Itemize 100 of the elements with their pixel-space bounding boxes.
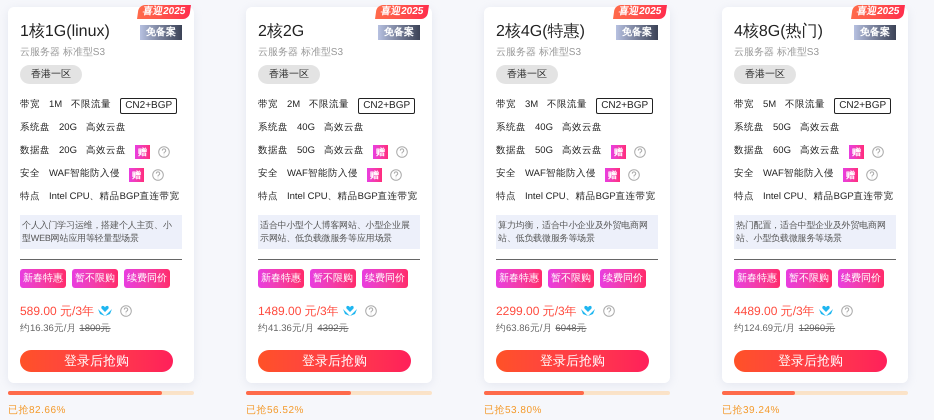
plan-subtitle: 云服务器 标准型S3: [258, 46, 344, 60]
spec-value: 高效云盘: [562, 144, 602, 158]
network-tag: CN2+BGP: [120, 98, 178, 114]
spec-value: WAF智能防入侵: [49, 167, 120, 182]
spec-label: 系统盘: [20, 121, 50, 136]
hands-heart-icon: [818, 304, 834, 318]
spec-value: 50G: [297, 144, 315, 158]
plan-subtitle: 云服务器 标准型S3: [20, 46, 106, 60]
promo-tag: 新春特惠: [20, 268, 66, 288]
spec-value: 高效云盘: [324, 121, 364, 136]
spec-value: 20G: [59, 144, 77, 158]
spec-value: WAF智能防入侵: [763, 167, 834, 182]
original-price: 1800元: [79, 322, 111, 336]
plan-description: 算力均衡，适合中小企业及外贸电商网站、低负载微服务等场景: [496, 215, 658, 249]
help-icon[interactable]: [364, 304, 377, 317]
help-icon[interactable]: [120, 304, 132, 317]
original-price: 12960元: [798, 322, 836, 336]
promo-tag: 新春特惠: [734, 268, 780, 288]
plan-price: 4489.00 元/3年: [734, 302, 815, 320]
help-icon[interactable]: [396, 146, 408, 158]
spec-value: Intel CPU、精品BGP直连带宽: [763, 190, 894, 204]
spec-label: 带宽: [734, 98, 754, 112]
sold-percentage: 已抢53.80%: [484, 404, 543, 418]
no-filing-badge: 免备案: [140, 24, 182, 40]
spec-label: 系统盘: [734, 121, 764, 136]
promo-ribbon: 喜迎2025: [612, 5, 667, 19]
gift-tag: 赠: [604, 168, 620, 182]
spec-label: 带宽: [258, 98, 278, 112]
region-pill[interactable]: 香港一区: [20, 65, 82, 84]
plan-price: 1489.00 元/3年: [258, 302, 339, 320]
spec-value: 高效云盘: [562, 121, 602, 136]
promo-ribbon: 喜迎2025: [374, 5, 429, 19]
spec-value: 20G: [59, 121, 77, 136]
plan-title: 4核8G(热门): [734, 22, 823, 42]
spec-value: Intel CPU、精品BGP直连带宽: [49, 190, 180, 204]
help-icon[interactable]: [152, 168, 164, 180]
spec-value: 不限流量: [71, 98, 112, 112]
plan-description: 适合中小型个人博客网站、小型企业展示网站、低负载微服务等应用场景: [258, 215, 420, 249]
plan-price: 2299.00 元/3年: [496, 302, 577, 320]
no-filing-badge: 免备案: [378, 24, 420, 40]
promo-tag: 续费同价: [838, 268, 884, 288]
help-icon[interactable]: [602, 304, 615, 317]
spec-label: 特点: [496, 190, 516, 204]
buy-button[interactable]: 登录后抢购: [496, 350, 649, 372]
gift-tag: 赠: [366, 168, 382, 182]
spec-label: 带宽: [20, 98, 40, 112]
hands-heart-icon: [580, 304, 596, 318]
network-tag: CN2+BGP: [358, 98, 416, 114]
buy-button[interactable]: 登录后抢购: [258, 350, 411, 372]
spec-value: 不限流量: [309, 98, 350, 112]
plan-subtitle: 云服务器 标准型S3: [496, 46, 582, 60]
spec-label: 安全: [734, 167, 754, 182]
promo-tag: 暂不限购: [786, 268, 832, 288]
spec-value: 高效云盘: [324, 144, 364, 158]
region-pill[interactable]: 香港一区: [496, 65, 558, 84]
spec-value: 40G: [297, 121, 315, 136]
help-icon[interactable]: [390, 168, 402, 180]
region-pill[interactable]: 香港一区: [258, 65, 320, 84]
sold-percentage: 已抢56.52%: [246, 404, 305, 418]
promo-tag: 暂不限购: [310, 268, 356, 288]
gift-tag: 赠: [128, 168, 144, 182]
monthly-price: 约63.86元/月: [496, 322, 552, 336]
spec-value: 2M: [287, 98, 300, 112]
spec-value: WAF智能防入侵: [525, 167, 596, 182]
spec-label: 系统盘: [258, 121, 288, 136]
promo-tag: 续费同价: [362, 268, 408, 288]
network-tag: CN2+BGP: [834, 98, 892, 114]
buy-button[interactable]: 登录后抢购: [734, 350, 887, 372]
spec-value: 不限流量: [547, 98, 588, 112]
promo-ribbon: 喜迎2025: [136, 5, 191, 19]
plan-description: 热门配置，适合中型企业及外贸电商网站、小型负载微服务等场景: [734, 215, 896, 249]
help-icon[interactable]: [628, 168, 640, 180]
gift-tag: 赠: [842, 168, 858, 182]
promo-tag: 续费同价: [124, 268, 170, 288]
promo-tag: 暂不限购: [548, 268, 594, 288]
help-icon[interactable]: [158, 146, 170, 158]
spec-label: 特点: [734, 190, 754, 204]
spec-label: 数据盘: [20, 144, 50, 158]
spec-value: 高效云盘: [86, 121, 126, 136]
spec-label: 特点: [258, 190, 278, 204]
spec-value: 高效云盘: [86, 144, 126, 158]
help-icon[interactable]: [634, 146, 646, 158]
buy-button[interactable]: 登录后抢购: [20, 350, 173, 372]
original-price: 6048元: [555, 322, 587, 336]
help-icon[interactable]: [866, 168, 878, 180]
spec-value: 50G: [773, 121, 791, 136]
region-pill[interactable]: 香港一区: [734, 65, 796, 84]
gift-tag: 赠: [134, 144, 150, 158]
spec-label: 系统盘: [496, 121, 526, 136]
spec-value: 3M: [525, 98, 538, 112]
monthly-price: 约16.36元/月: [20, 322, 76, 336]
spec-value: WAF智能防入侵: [287, 167, 358, 182]
help-icon[interactable]: [840, 304, 853, 317]
hands-heart-icon: [342, 304, 358, 318]
no-filing-badge: 免备案: [854, 24, 896, 40]
sold-percentage: 已抢82.66%: [8, 404, 67, 418]
plan-subtitle: 云服务器 标准型S3: [734, 46, 820, 60]
spec-label: 安全: [496, 167, 516, 182]
promo-tag: 新春特惠: [496, 268, 542, 288]
help-icon[interactable]: [872, 146, 884, 158]
